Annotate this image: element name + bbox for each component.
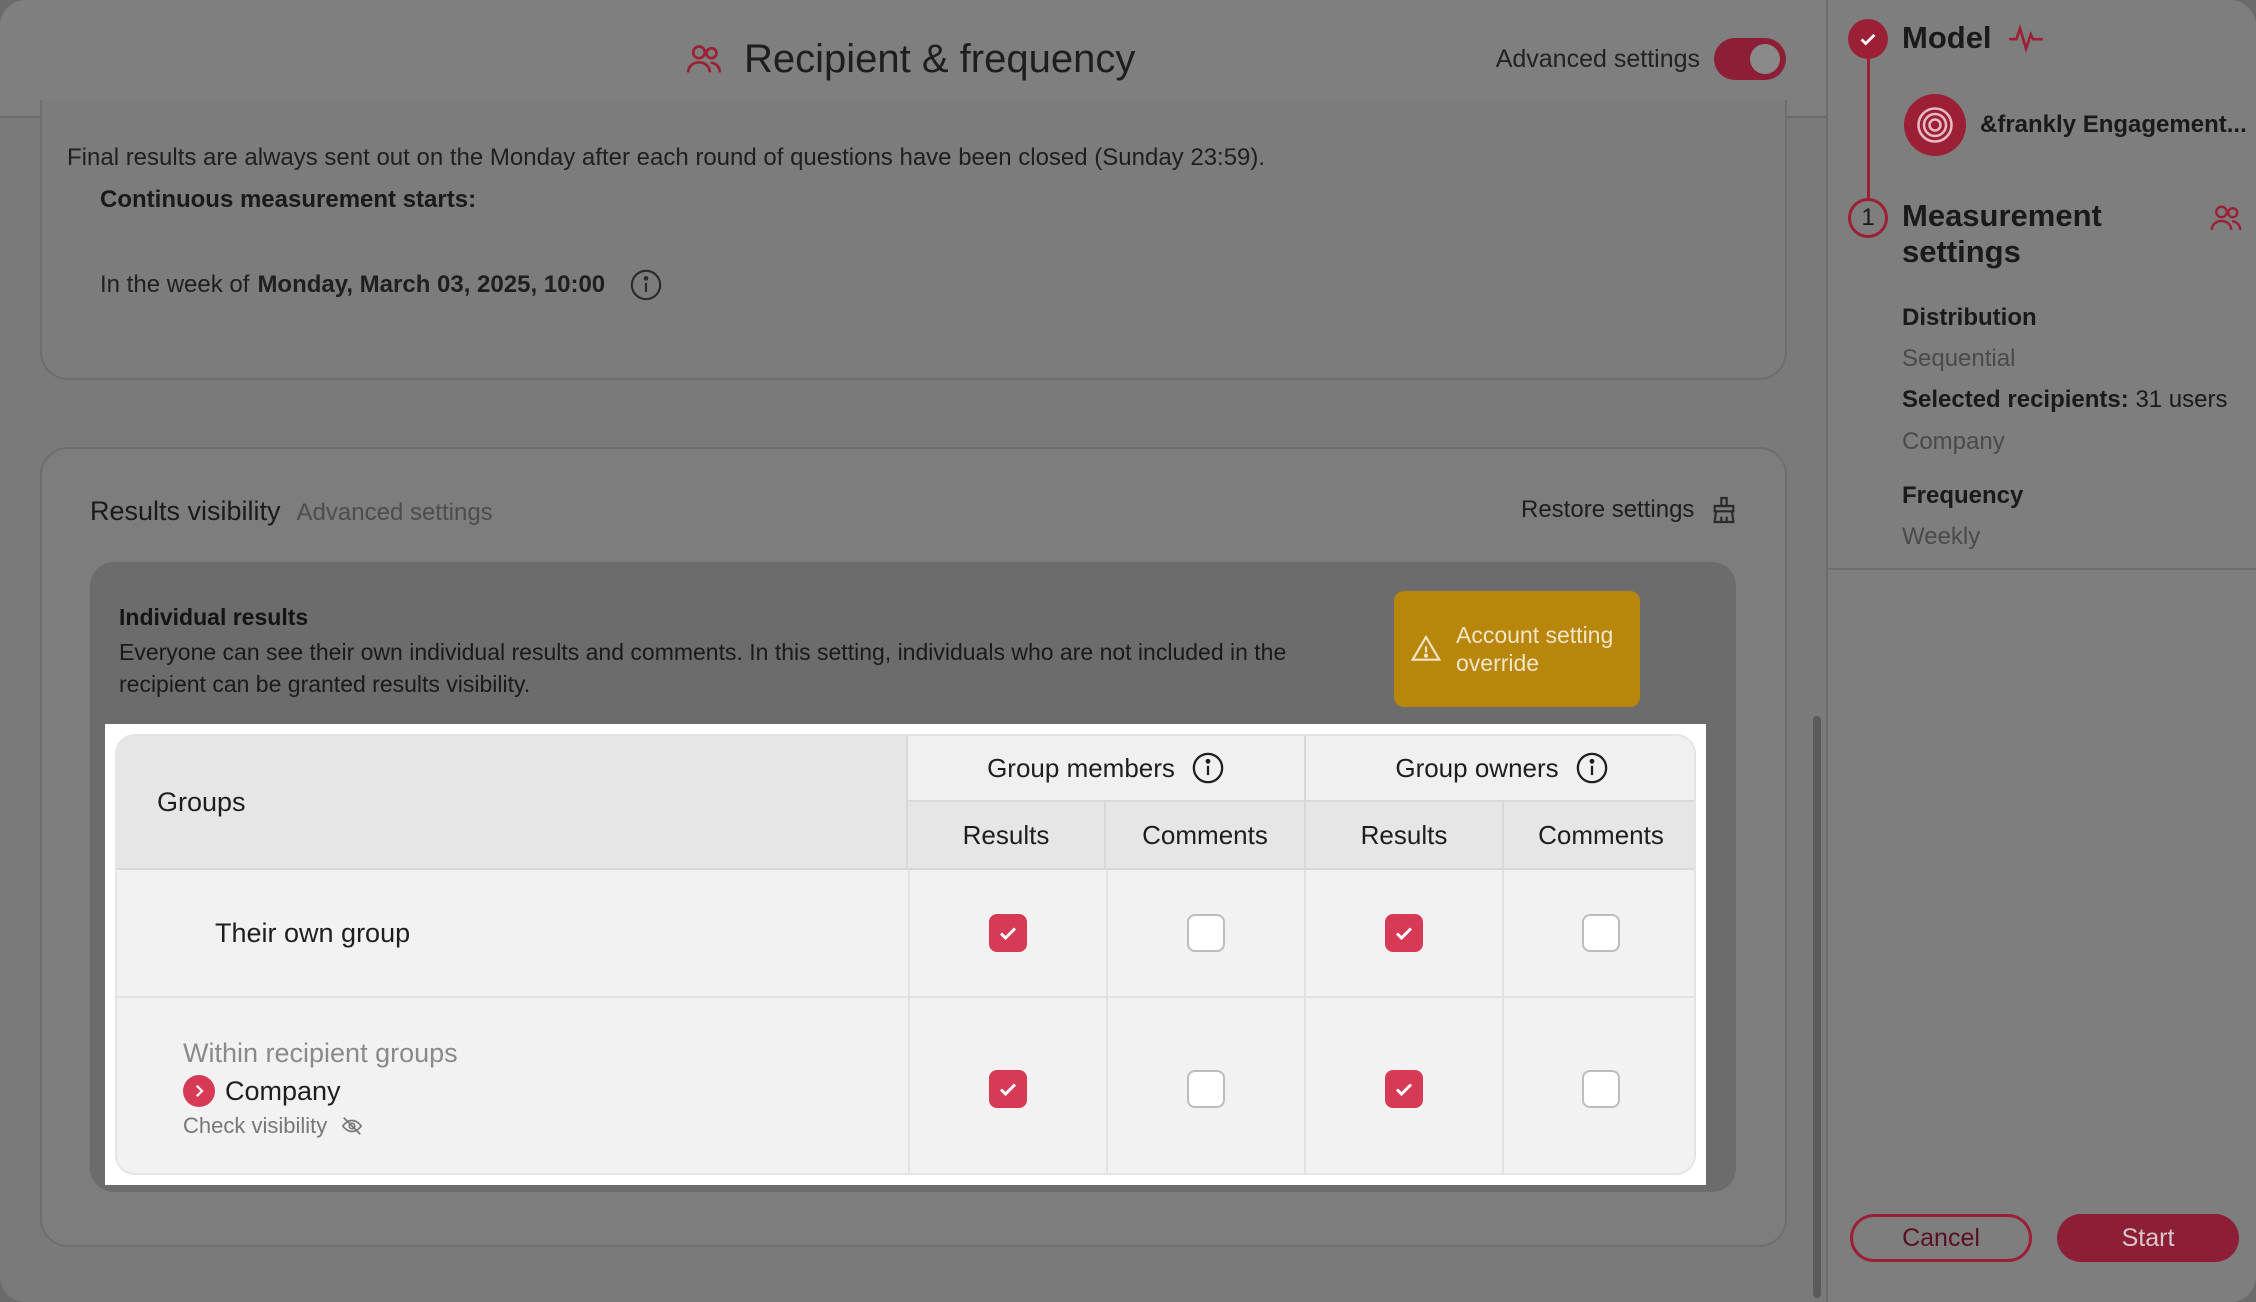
users-icon <box>2210 205 2242 231</box>
group-owners-header-label: Group owners <box>1395 752 1559 783</box>
account-override-badge: Account setting override <box>1394 591 1640 707</box>
account-override-text: Account setting override <box>1456 622 1614 676</box>
model-selection: &frankly Engagement... <box>1904 94 2247 156</box>
model-title-text: Model <box>1902 20 1992 55</box>
checkmark-icon <box>1395 1082 1413 1096</box>
broom-icon <box>1713 496 1735 524</box>
step-complete-icon <box>1848 19 1888 59</box>
frankly-logo-icon <box>1904 94 1966 156</box>
model-name: &frankly Engagement... <box>1980 111 2247 138</box>
recipient-group-block: Within recipient groups Company Check vi… <box>117 1038 458 1139</box>
group-name: Company <box>225 1075 341 1106</box>
measurement-settings-title[interactable]: Measurement settings <box>1902 198 2142 270</box>
group-members-header: Group members <box>908 736 1306 802</box>
warning-icon <box>1410 634 1442 661</box>
results-visibility-title: Results visibility <box>90 496 281 526</box>
recipients-group: Company <box>1902 428 2005 455</box>
members-comments-checkbox[interactable] <box>1187 1069 1225 1108</box>
checkbox-cell <box>1306 870 1504 996</box>
check-visibility-label: Check visibility <box>183 1113 328 1138</box>
model-step-title[interactable]: Model <box>1902 20 2044 56</box>
sub-header-comments: Comments <box>1504 802 1694 870</box>
users-icon <box>686 45 722 73</box>
advanced-settings-toggle-group: Advanced settings <box>1496 38 1786 80</box>
results-visibility-subtitle: Advanced settings <box>296 499 493 526</box>
checkbox-cell <box>1504 870 1694 996</box>
step-number-badge: 1 <box>1848 198 1888 238</box>
checkbox-cell <box>1504 998 1694 1173</box>
sub-header-results: Results <box>1306 802 1504 870</box>
checkmark-icon <box>999 927 1017 941</box>
group-owners-header: Group owners <box>1306 736 1694 802</box>
pulse-icon <box>2008 23 2043 53</box>
checkbox-cell <box>1306 998 1504 1173</box>
recipients-line: Selected recipients: 31 users <box>1902 386 2228 414</box>
members-comments-checkbox[interactable] <box>1187 914 1225 952</box>
advanced-settings-label: Advanced settings <box>1495 44 1700 73</box>
sub-header-comments: Comments <box>1106 802 1306 870</box>
info-icon[interactable] <box>1575 751 1609 785</box>
week-date: Monday, March 03, 2025, 10:00 <box>257 271 606 298</box>
group-cell: Within recipient groups Company Check vi… <box>117 998 910 1173</box>
recipients-label: Selected recipients: <box>1902 386 2129 413</box>
start-button[interactable]: Start <box>2057 1214 2239 1262</box>
individual-results-title: Individual results <box>119 604 309 630</box>
continuous-start-label: Continuous measurement starts: <box>100 186 477 213</box>
checkmark-icon <box>1395 927 1413 941</box>
check-visibility-link[interactable]: Check visibility <box>183 1113 458 1139</box>
page-title: Recipient & frequency <box>684 34 1135 84</box>
main-pane: Recipient & frequency Advanced settings … <box>0 0 1826 1302</box>
table-row: Within recipient groups Company Check vi… <box>117 998 1694 1173</box>
info-icon[interactable] <box>629 268 663 302</box>
sidebar-summary: Model &frankly Engagement... 1 Measureme… <box>1828 0 2256 570</box>
chevron-right-icon[interactable] <box>183 1075 215 1107</box>
company-group[interactable]: Company <box>183 1075 458 1107</box>
checkbox-cell <box>910 870 1108 996</box>
cancel-button[interactable]: Cancel <box>1850 1214 2032 1262</box>
within-recipient-groups-label: Within recipient groups <box>183 1038 458 1068</box>
restore-settings-button[interactable]: Restore settings <box>1521 494 1740 526</box>
schedule-card <box>40 100 1787 380</box>
results-visibility-heading: Results visibility Advanced settings <box>90 496 493 527</box>
visibility-table-wrapper: Groups Group members Group owners Result… <box>105 724 1706 1185</box>
groups-header: Groups <box>117 736 908 870</box>
group-cell: Their own group <box>117 870 910 996</box>
distribution-value: Sequential <box>1902 345 2016 372</box>
eye-off-icon <box>342 1117 363 1135</box>
frequency-label: Frequency <box>1902 482 2024 509</box>
checkbox-cell <box>1108 870 1306 996</box>
checkmark-icon <box>999 1082 1017 1096</box>
individual-results-description: Everyone can see their own individual re… <box>119 639 1287 697</box>
distribution-label: Distribution <box>1902 304 2037 331</box>
sub-header-results: Results <box>908 802 1106 870</box>
owners-results-checkbox[interactable] <box>1385 914 1423 952</box>
group-name: Their own group <box>215 917 411 948</box>
page-title-text: Recipient & frequency <box>744 36 1136 81</box>
owners-results-checkbox[interactable] <box>1385 1069 1423 1108</box>
table-row: Their own group <box>117 870 1694 998</box>
owners-comments-checkbox[interactable] <box>1582 1069 1620 1108</box>
week-prefix: In the week of <box>100 271 250 298</box>
checkbox-cell <box>910 998 1108 1173</box>
checkbox-cell <box>1108 998 1306 1173</box>
frequency-value: Weekly <box>1902 523 1981 550</box>
visibility-table: Groups Group members Group owners Result… <box>115 734 1696 1175</box>
members-results-checkbox[interactable] <box>989 914 1027 952</box>
members-results-checkbox[interactable] <box>989 1069 1027 1108</box>
step-connector <box>1867 58 1870 200</box>
scrollbar[interactable] <box>1813 716 1821 1298</box>
app-window: Recipient & frequency Advanced settings … <box>0 0 2256 1302</box>
recipients-value: 31 users <box>2135 386 2228 413</box>
info-icon[interactable] <box>1191 751 1225 785</box>
group-members-header-label: Group members <box>987 752 1175 783</box>
sidebar: Model &frankly Engagement... 1 Measureme… <box>1826 0 2256 1302</box>
final-results-note: Final results are always sent out on the… <box>67 144 1266 171</box>
restore-settings-label: Restore settings <box>1521 496 1695 523</box>
week-start-line: In the week of Monday, March 03, 2025, 1… <box>100 268 663 302</box>
owners-comments-checkbox[interactable] <box>1582 914 1620 952</box>
advanced-settings-toggle[interactable] <box>1714 38 1786 80</box>
